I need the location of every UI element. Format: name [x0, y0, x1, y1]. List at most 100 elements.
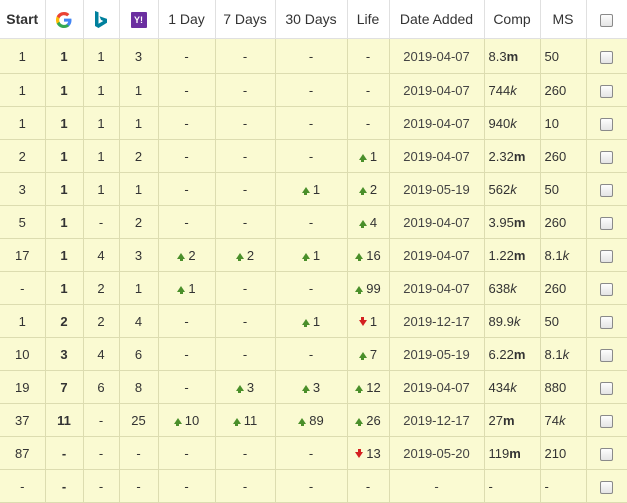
row-checkbox[interactable] — [600, 381, 613, 395]
yahoo-rank: 2 — [118, 205, 159, 239]
column-header-comp[interactable]: Comp — [483, 0, 541, 39]
monthly-searches: - — [539, 469, 587, 503]
row-select-cell[interactable] — [585, 370, 627, 404]
row-checkbox[interactable] — [600, 183, 613, 197]
row-checkbox[interactable] — [600, 216, 613, 230]
change-life-value: 1 — [369, 148, 378, 164]
row-select-cell[interactable] — [585, 271, 627, 305]
row-select-cell[interactable] — [585, 238, 627, 272]
monthly-searches: 50 — [539, 304, 587, 338]
google-rank: 7 — [44, 370, 84, 404]
column-header-select-all[interactable] — [585, 0, 627, 39]
row-checkbox[interactable] — [600, 480, 613, 494]
change-7-days: - — [214, 205, 276, 239]
row-select-cell[interactable] — [585, 469, 627, 503]
change-30-days: - — [274, 271, 348, 305]
row-select-cell[interactable] — [585, 337, 627, 371]
row-checkbox[interactable] — [600, 315, 613, 329]
change-30-days: - — [274, 337, 348, 371]
row-checkbox[interactable] — [600, 282, 613, 296]
change-1-day-value: - — [184, 346, 189, 362]
competition: 1.22m — [483, 238, 541, 272]
row-select-cell[interactable] — [585, 172, 627, 206]
row-checkbox[interactable] — [600, 50, 613, 64]
row-checkbox[interactable] — [600, 117, 613, 131]
row-checkbox[interactable] — [600, 84, 613, 98]
row-select-cell[interactable] — [585, 304, 627, 338]
change-7-days: - — [214, 469, 276, 503]
change-30-days-value: - — [308, 445, 314, 461]
row-select-cell[interactable] — [585, 205, 627, 239]
change-life: - — [346, 469, 390, 503]
row-select-cell[interactable] — [585, 73, 627, 107]
row-checkbox[interactable] — [600, 249, 613, 263]
change-life: 7 — [346, 337, 390, 371]
change-30-days-value: - — [308, 115, 314, 131]
column-header-7-days[interactable]: 7 Days — [214, 0, 276, 39]
monthly-searches: 260 — [539, 139, 587, 173]
change-30-days: - — [274, 205, 348, 239]
yahoo-rank: 8 — [118, 370, 159, 404]
row-checkbox[interactable] — [600, 348, 613, 362]
competition: 744k — [483, 73, 541, 107]
column-header-bing[interactable] — [82, 0, 120, 39]
start-rank: 1 — [0, 106, 46, 140]
column-header-30-days[interactable]: 30 Days — [274, 0, 348, 39]
competition: 638k — [483, 271, 541, 305]
monthly-searches-number: 8.1 — [544, 346, 563, 362]
arrow-up-icon — [301, 252, 310, 261]
change-30-days: - — [274, 38, 348, 74]
change-1-day-value: - — [184, 115, 189, 131]
change-1-day: - — [157, 205, 216, 239]
column-header-start[interactable]: Start — [0, 0, 46, 39]
arrow-up-icon — [235, 384, 244, 393]
change-7-days-value: - — [242, 48, 248, 64]
change-30-days-value: - — [308, 478, 314, 494]
start-rank: 1 — [0, 73, 46, 107]
select-all-checkbox[interactable] — [600, 13, 613, 27]
table-row: 1 1 1 3- - - -2019-04-07 8.3m 50 — [0, 38, 627, 74]
row-checkbox[interactable] — [600, 150, 613, 164]
monthly-searches-suffix: k — [558, 412, 566, 428]
change-7-days: - — [214, 304, 276, 338]
competition: - — [483, 469, 541, 503]
row-select-cell[interactable] — [585, 436, 627, 470]
row-select-cell[interactable] — [585, 38, 627, 74]
arrow-up-icon — [177, 252, 186, 261]
column-header-yahoo[interactable]: Y! — [118, 0, 159, 39]
change-life-value: 16 — [366, 247, 381, 263]
google-rank: 1 — [44, 38, 84, 74]
row-checkbox[interactable] — [600, 447, 613, 461]
change-1-day-value: - — [184, 82, 189, 98]
change-30-days-value: 3 — [312, 379, 321, 395]
competition-number: 638 — [488, 280, 511, 296]
change-7-days-value: - — [242, 181, 248, 197]
google-rank: 3 — [44, 337, 84, 371]
row-select-cell[interactable] — [585, 403, 627, 437]
change-life-value: 2 — [369, 181, 378, 197]
table-row: 3 1 1 1- -1 2 2019-05-19 562k 50 — [0, 172, 627, 206]
change-7-days-value: - — [242, 346, 248, 362]
competition-number: 1.22 — [488, 247, 514, 263]
start-rank: 1 — [0, 304, 46, 338]
change-30-days-value: - — [308, 82, 314, 98]
monthly-searches-number: 10 — [544, 115, 559, 131]
change-1-day-value: - — [184, 445, 189, 461]
column-header-ms[interactable]: MS — [539, 0, 587, 39]
row-select-cell[interactable] — [585, 106, 627, 140]
monthly-searches-number: 260 — [544, 280, 567, 296]
change-1-day: 10 — [157, 403, 216, 437]
column-header-life[interactable]: Life — [346, 0, 390, 39]
row-select-cell[interactable] — [585, 139, 627, 173]
table-row: 1 2 2 4- -1 1 2019-12-17 89.9k 50 — [0, 304, 627, 338]
start-rank: 3 — [0, 172, 46, 206]
change-life-value: 99 — [366, 280, 381, 296]
column-header-1-day[interactable]: 1 Day — [157, 0, 216, 39]
column-header-date-added[interactable]: Date Added — [388, 0, 485, 39]
row-checkbox[interactable] — [600, 414, 613, 428]
google-icon — [56, 11, 72, 28]
date-added: 2019-05-19 — [388, 337, 485, 371]
column-header-google[interactable] — [44, 0, 84, 39]
yahoo-icon: Y! — [130, 11, 147, 28]
monthly-searches-number: 50 — [544, 181, 559, 197]
